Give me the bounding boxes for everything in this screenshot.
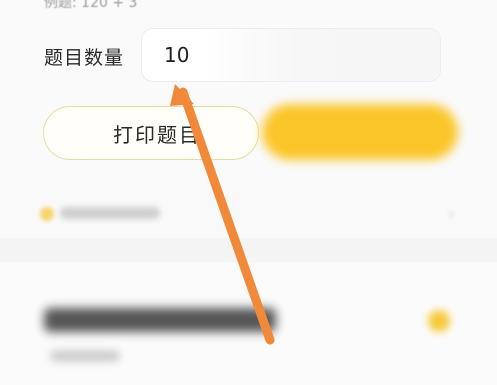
print-questions-label: 打印题目: [113, 122, 201, 147]
primary-action-button[interactable]: [262, 104, 458, 160]
chevron-right-icon: ›: [448, 204, 455, 223]
list-item-title: [44, 308, 276, 332]
question-count-value: 10: [164, 43, 190, 67]
example-text: 例题: 120 + 3: [44, 0, 138, 11]
question-count-label: 题目数量: [44, 47, 125, 69]
print-questions-button[interactable]: 打印题目: [43, 106, 259, 160]
input-fade-overlay: [200, 29, 440, 81]
list-item-badge-icon: [428, 310, 450, 332]
settings-card: 例题: 120 + 3 题目数量 10 打印题目: [0, 0, 497, 192]
records-header-title: [60, 207, 160, 219]
list-item-subtitle: [50, 350, 120, 362]
records-dot-icon: [40, 207, 54, 221]
question-count-input[interactable]: 10: [141, 28, 441, 82]
